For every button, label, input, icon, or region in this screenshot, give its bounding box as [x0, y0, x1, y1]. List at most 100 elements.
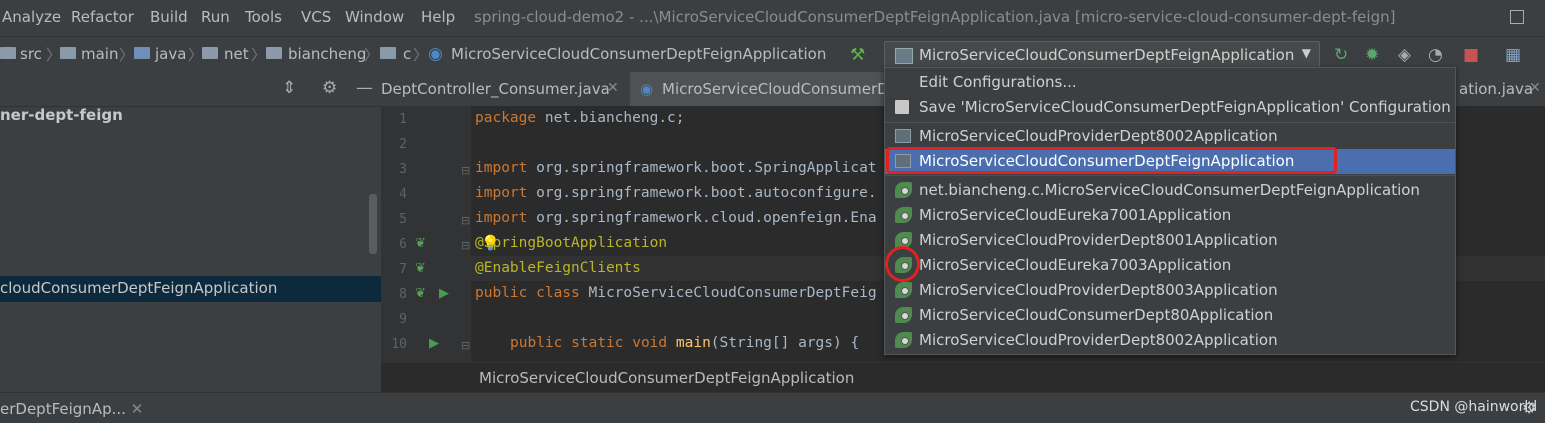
status-bar: erDeptFeignAp... ✕ CSDN @hainworld ⚙	[0, 392, 1545, 423]
project-root-node[interactable]: ner-dept-feign	[0, 106, 123, 124]
project-tree-selected-item[interactable]: cloudConsumerDeptFeignApplication	[0, 276, 381, 302]
spring-bean-icon[interactable]: ❦	[415, 236, 426, 251]
project-panel: ⇕ ⚙ — ner-dept-feign cloudConsumerDeptFe…	[0, 72, 381, 392]
build-hammer-icon[interactable]: ⚒	[850, 45, 865, 65]
stop-icon[interactable]: ■	[1463, 45, 1479, 65]
spring-bean-icon[interactable]: ❦	[415, 261, 426, 276]
config-item[interactable]: MicroServiceCloudProviderDept8002Applica…	[885, 124, 1455, 149]
folder-icon	[134, 47, 150, 59]
breadcrumb-c[interactable]: c	[403, 45, 411, 63]
profile-icon[interactable]: ◔	[1428, 45, 1443, 65]
coverage-icon[interactable]: ◈	[1398, 45, 1411, 65]
menu-vcs[interactable]: VCS	[301, 8, 331, 26]
code-line-6: @SpringBootApplication	[475, 235, 668, 251]
save-configuration-item[interactable]: Save 'MicroServiceCloudConsumerDeptFeign…	[885, 95, 1455, 120]
line-number: 3	[399, 162, 407, 177]
hide-panel-icon[interactable]: —	[356, 78, 373, 98]
menu-help[interactable]: Help	[421, 8, 455, 26]
menu-item-label: MicroServiceCloudEureka7003Application	[919, 256, 1232, 274]
project-panel-header: ⇕ ⚙ —	[0, 72, 381, 107]
breadcrumb-class[interactable]: MicroServiceCloudConsumerDeptFeignApplic…	[451, 45, 826, 63]
fold-marker-icon[interactable]: ⊟	[461, 214, 470, 227]
gear-icon[interactable]: ⚙	[1522, 398, 1536, 417]
package-icon	[380, 47, 396, 59]
project-panel-scrollbar[interactable]	[369, 194, 377, 254]
spring-boot-icon	[895, 182, 912, 198]
close-icon[interactable]: ✕	[131, 400, 144, 418]
editor-breadcrumb[interactable]: MicroServiceCloudConsumerDeptFeignApplic…	[479, 369, 854, 387]
config-item[interactable]: MicroServiceCloudConsumerDept80Applicati…	[885, 303, 1455, 328]
fold-marker-icon[interactable]: ⊟	[461, 239, 470, 252]
debug-icon[interactable]: ✹	[1365, 45, 1379, 65]
close-icon[interactable]: ✕	[607, 80, 619, 96]
gear-icon[interactable]: ⚙	[322, 78, 337, 98]
config-item[interactable]: net.biancheng.c.MicroServiceCloudConsume…	[885, 178, 1455, 203]
breadcrumb-biancheng[interactable]: biancheng	[288, 45, 366, 63]
tab-label: ation.java	[1459, 80, 1534, 98]
chevron-right-icon: 〉	[119, 46, 135, 64]
menu-item-label: MicroServiceCloudProviderDept8002Applica…	[919, 127, 1278, 145]
application-config-icon	[895, 48, 913, 64]
chevron-right-icon: 〉	[188, 46, 204, 64]
chevron-right-icon: 〉	[251, 46, 267, 64]
intention-bulb-icon[interactable]: 💡	[481, 234, 500, 252]
close-icon[interactable]: ✕	[1529, 80, 1541, 96]
menu-item-label: MicroServiceCloudProviderDept8002Applica…	[919, 331, 1278, 349]
project-structure-icon[interactable]: ▦	[1505, 45, 1521, 65]
config-item[interactable]: MicroServiceCloudProviderDept8002Applica…	[885, 328, 1455, 353]
edit-configurations-item[interactable]: Edit Configurations...	[885, 70, 1455, 95]
menu-separator	[885, 122, 1455, 123]
line-number: 1	[399, 112, 407, 127]
chevron-right-icon: 〉	[46, 46, 62, 64]
menu-item-label: MicroServiceCloudProviderDept8001Applica…	[919, 231, 1278, 249]
menu-analyze[interactable]: Analyze	[2, 8, 61, 26]
code-line-3: import org.springframework.boot.SpringAp…	[475, 160, 877, 176]
rerun-icon[interactable]: ↻	[1334, 45, 1348, 65]
restore-window-icon[interactable]	[1510, 10, 1524, 24]
tab-label: DeptController_Consumer.java	[381, 80, 610, 98]
run-configuration-label: MicroServiceCloudConsumerDeptFeignApplic…	[919, 46, 1295, 64]
fold-marker-icon[interactable]: ⊟	[461, 164, 470, 177]
menu-window[interactable]: Window	[345, 8, 404, 26]
run-gutter-icon[interactable]: ▶	[439, 286, 449, 301]
menubar: Analyze Refactor Build Run Tools VCS Win…	[0, 0, 1545, 36]
breadcrumb-main[interactable]: main	[81, 45, 118, 63]
menu-tools[interactable]: Tools	[245, 8, 282, 26]
spring-boot-icon	[895, 282, 912, 298]
breadcrumb-java[interactable]: java	[155, 45, 186, 63]
collapse-all-icon[interactable]: ⇕	[282, 78, 296, 98]
editor-gutter: 1 2 3 4 5 6 7 8 9 10 ❦ ❦ ❦ ▶ ▶ ⊟ ⊟ ⊟ ⊟	[381, 106, 471, 362]
config-item[interactable]: MicroServiceCloudEureka7003Application	[885, 253, 1455, 278]
config-item[interactable]: MicroServiceCloudProviderDept8001Applica…	[885, 228, 1455, 253]
menu-run[interactable]: Run	[201, 8, 230, 26]
save-icon	[895, 100, 909, 114]
project-panel-footer	[0, 362, 381, 392]
package-icon	[202, 47, 218, 59]
spring-boot-icon	[895, 332, 912, 348]
highlight-circle-annotation	[885, 246, 920, 282]
config-item[interactable]: MicroServiceCloudEureka7001Application	[885, 203, 1455, 228]
config-item[interactable]: MicroServiceCloudProviderDept8003Applica…	[885, 278, 1455, 303]
package-icon	[266, 47, 282, 59]
tab-feign-application[interactable]: ◉ MicroServiceCloudConsumerD	[630, 72, 889, 109]
line-number: 5	[399, 212, 407, 227]
tab-dept-controller[interactable]: DeptController_Consumer.java ✕	[381, 72, 629, 106]
menu-refactor[interactable]: Refactor	[71, 8, 134, 26]
spring-bean-icon[interactable]: ❦	[415, 286, 426, 301]
tab-label: MicroServiceCloudConsumerD	[662, 80, 889, 98]
menu-item-label: MicroServiceCloudEureka7001Application	[919, 206, 1232, 224]
run-configuration-dropdown: Edit Configurations... Save 'MicroServic…	[884, 67, 1456, 355]
code-line-1: package net.biancheng.c;	[475, 110, 685, 126]
run-tool-tab[interactable]: erDeptFeignAp... ✕	[0, 400, 143, 418]
fold-marker-icon[interactable]: ⊟	[461, 339, 470, 352]
run-gutter-icon[interactable]: ▶	[429, 336, 439, 351]
menu-separator	[885, 175, 1455, 176]
window-title: spring-cloud-demo2 - ...\MicroServiceClo…	[474, 8, 1396, 26]
chevron-right-icon: 〉	[364, 46, 380, 64]
spring-boot-icon	[895, 307, 912, 323]
tab-other-application[interactable]: ation.java ✕	[1441, 72, 1545, 106]
breadcrumb-src[interactable]: src	[20, 45, 42, 63]
breadcrumb-net[interactable]: net	[224, 45, 249, 63]
menu-build[interactable]: Build	[150, 8, 188, 26]
line-number: 9	[399, 312, 407, 327]
